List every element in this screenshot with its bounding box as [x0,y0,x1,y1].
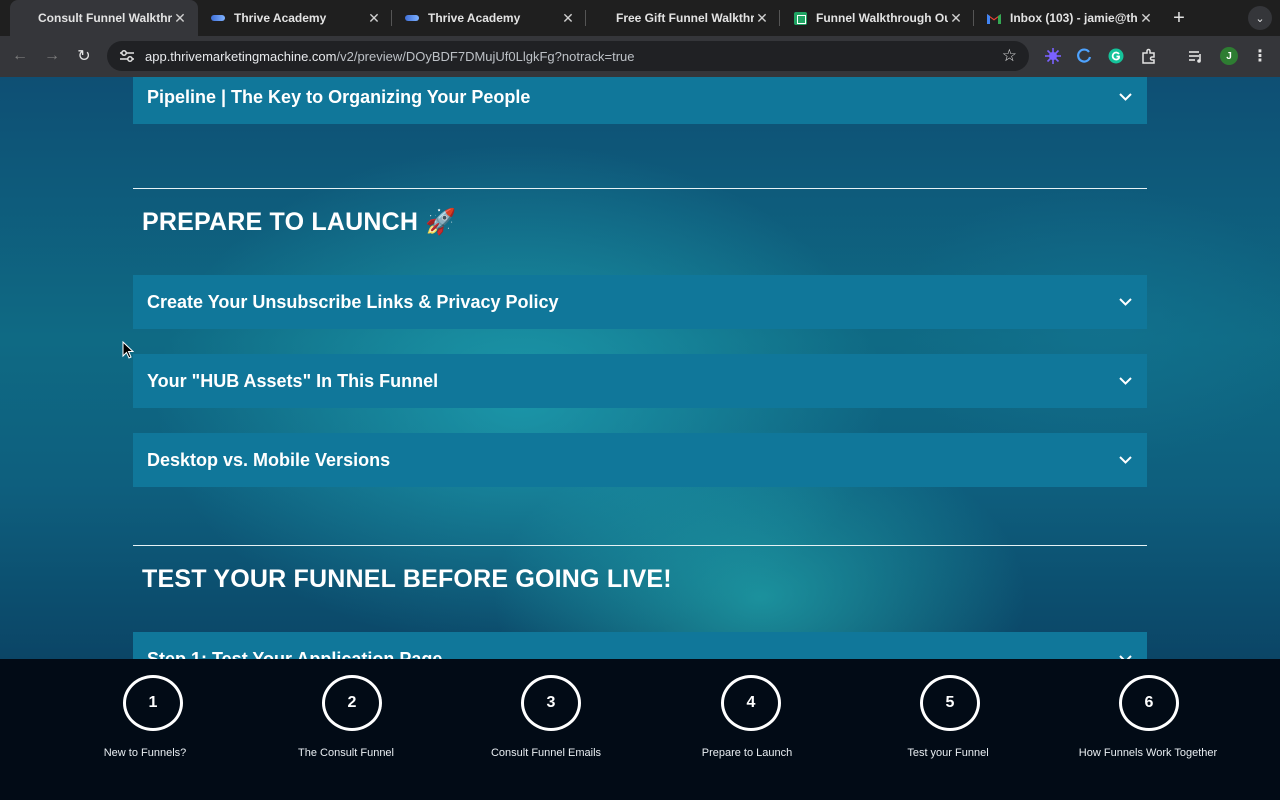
step-navigation-bar: 1 New to Funnels? 2 The Consult Funnel 3… [0,659,1280,800]
url-text: app.thrivemarketingmachine.com/v2/previe… [145,49,635,64]
accordion-title: Create Your Unsubscribe Links & Privacy … [147,291,559,312]
tab-title: Consult Funnel Walkthrou [38,11,172,25]
step-5[interactable]: 5 Test your Funnel [848,659,1048,800]
accordion-item-test-application[interactable]: Step 1: Test Your Application Page [133,632,1147,659]
step-2[interactable]: 2 The Consult Funnel [246,659,446,800]
step-number-circle[interactable]: 4 [721,675,781,731]
chevron-down-icon[interactable]: ⌄ [1248,6,1272,30]
tab-title: Inbox (103) - jamie@thriv [1010,11,1138,25]
tab-title: Funnel Walkthrough Outli [816,11,948,25]
section-divider [133,545,1147,546]
step-number-circle[interactable]: 5 [920,675,980,731]
browser-tab[interactable]: Thrive Academy ✕ [198,0,392,36]
mouse-cursor-icon [122,340,135,364]
tab-title: Free Gift Funnel Walkthro [616,11,754,25]
more-menu-icon[interactable]: ⋮ [1248,44,1272,68]
chevron-down-icon [1117,294,1133,310]
accordion-title: Step 1: Test Your Application Page [147,648,443,660]
thrive-icon [404,10,420,26]
accordion-title: Pipeline | The Key to Organizing Your Pe… [147,86,531,107]
tab-title: Thrive Academy [234,11,327,25]
reading-list-icon[interactable] [1184,44,1208,68]
grammarly-icon[interactable] [1104,44,1128,68]
site-settings-icon[interactable] [115,44,139,68]
profile-avatar[interactable]: J [1217,44,1241,68]
thrive-icon [210,10,226,26]
step-3[interactable]: 3 Consult Funnel Emails [446,659,646,800]
step-number-circle[interactable]: 3 [521,675,581,731]
new-tab-icon[interactable]: + [1164,0,1194,36]
close-tab-icon[interactable]: ✕ [1138,10,1154,26]
step-number-circle[interactable]: 2 [322,675,382,731]
browser-toolbar: ← → ↻ app.thrivemarketingmachine.com/v2/… [0,36,1280,77]
close-tab-icon[interactable]: ✕ [366,10,382,26]
browser-tab-strip: Consult Funnel Walkthrou ✕ Thrive Academ… [0,0,1280,36]
browser-tab[interactable]: Consult Funnel Walkthrou ✕ [10,0,198,36]
reload-icon[interactable]: ↻ [68,40,100,72]
tab-title: Thrive Academy [428,11,521,25]
close-tab-icon[interactable]: ✕ [754,10,770,26]
back-arrow-icon[interactable]: ← [4,40,36,72]
extensions-puzzle-icon[interactable] [1137,44,1161,68]
browser-tab[interactable]: Thrive Academy ✕ [392,0,586,36]
step-label[interactable]: The Consult Funnel [246,747,446,759]
page-content: Pipeline | The Key to Organizing Your Pe… [0,77,1280,659]
step-label[interactable]: New to Funnels? [45,747,245,759]
step-4[interactable]: 4 Prepare to Launch [647,659,847,800]
url-host: app.thrivemarketingmachine.com [145,48,337,64]
gmail-icon [986,10,1002,26]
address-bar[interactable]: app.thrivemarketingmachine.com/v2/previe… [107,41,1029,71]
step-label[interactable]: Consult Funnel Emails [446,747,646,759]
extension-refresh-icon[interactable] [1072,44,1096,68]
extension-sparkle-icon[interactable] [1041,44,1065,68]
step-label[interactable]: How Funnels Work Together [1048,747,1248,759]
step-label[interactable]: Test your Funnel [848,747,1048,759]
browser-tab[interactable]: Funnel Walkthrough Outli ✕ [780,0,974,36]
accordion-item-unsubscribe[interactable]: Create Your Unsubscribe Links & Privacy … [133,275,1147,329]
avatar: J [1220,47,1238,65]
accordion-title: Your "HUB Assets" In This Funnel [147,370,439,391]
bookmark-star-icon[interactable]: ☆ [1002,46,1017,66]
chevron-down-icon [1117,89,1133,105]
step-1[interactable]: 1 New to Funnels? [45,659,245,800]
section-title-prepare: PREPARE TO LAUNCH 🚀 [142,208,457,236]
step-label[interactable]: Prepare to Launch [647,747,847,759]
accordion-title: Desktop vs. Mobile Versions [147,449,391,470]
accordion-item-pipeline[interactable]: Pipeline | The Key to Organizing Your Pe… [133,77,1147,124]
url-path: /v2/preview/DOyBDF7DMujUf0LlgkFg?notrack… [336,48,635,64]
step-number-circle[interactable]: 6 [1119,675,1179,731]
accordion-item-desktop-mobile[interactable]: Desktop vs. Mobile Versions [133,433,1147,487]
chevron-down-icon [1117,452,1133,468]
chevron-down-icon [1117,373,1133,389]
chevron-down-icon [1117,651,1133,659]
close-tab-icon[interactable]: ✕ [948,10,964,26]
section-divider [133,188,1147,189]
forward-arrow-icon[interactable]: → [36,40,68,72]
browser-tab[interactable]: Inbox (103) - jamie@thriv ✕ [974,0,1164,36]
sheets-icon [792,10,808,26]
close-tab-icon[interactable]: ✕ [172,10,188,26]
section-title-test: TEST YOUR FUNNEL BEFORE GOING LIVE! [142,565,672,593]
step-6[interactable]: 6 How Funnels Work Together [1048,659,1248,800]
browser-tab[interactable]: Free Gift Funnel Walkthro ✕ [586,0,780,36]
accordion-item-hub-assets[interactable]: Your "HUB Assets" In This Funnel [133,354,1147,408]
step-number-circle[interactable]: 1 [123,675,183,731]
close-tab-icon[interactable]: ✕ [560,10,576,26]
